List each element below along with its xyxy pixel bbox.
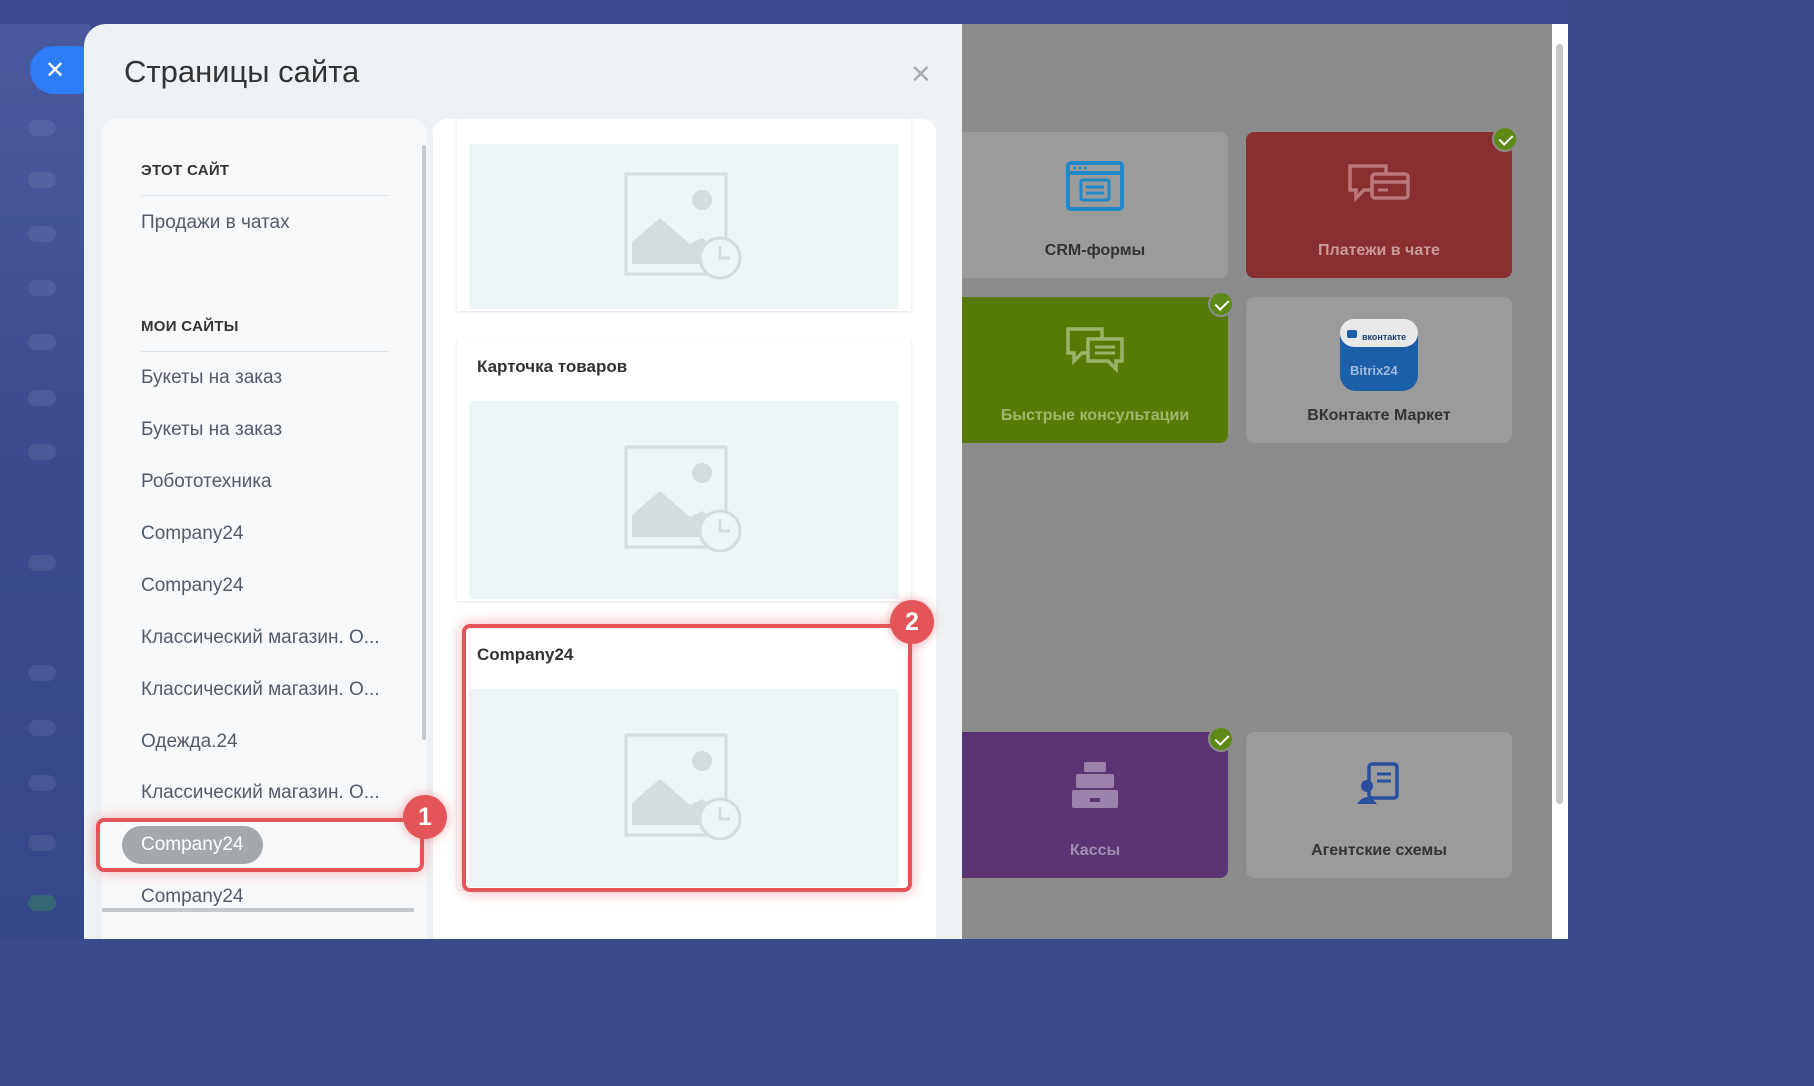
sidebar-item-site[interactable]: Company24 (141, 575, 243, 597)
bg-menu-dot (28, 720, 56, 736)
tile-label: Кассы (1069, 842, 1121, 859)
step-badge-1: 1 (403, 795, 447, 839)
bg-menu-dot (28, 775, 56, 791)
page-preview (469, 144, 899, 309)
tile-label: Быстрые консультации (1000, 407, 1190, 424)
background-left-strip (0, 0, 90, 939)
tile-chat-payments[interactable]: Платежи в чате (1246, 126, 1518, 278)
agent-scheme-icon (1355, 760, 1403, 810)
bg-menu-dot (28, 120, 56, 136)
vk-icon-text: вконтакте (1362, 332, 1407, 342)
page-card[interactable] (457, 119, 911, 311)
bg-menu-dot (28, 444, 56, 460)
bg-menu-dot (28, 390, 56, 406)
sidebar-item-site[interactable]: Букеты на заказ (141, 367, 282, 389)
bg-menu-dot (28, 334, 56, 350)
crm-form-icon (1065, 160, 1125, 216)
section-divider (141, 351, 389, 352)
cash-register-icon (1070, 760, 1120, 816)
page-card[interactable]: Company24 (457, 627, 911, 889)
bg-menu-dot (28, 835, 56, 851)
checkmark-icon (1208, 726, 1234, 752)
tile-label: ВКонтакте Маркет (1307, 407, 1451, 424)
bg-menu-dot (28, 226, 56, 242)
page-card-title: Company24 (477, 645, 574, 664)
tile-crm-forms[interactable]: CRM-формы (962, 132, 1228, 278)
bg-menu-dot (28, 555, 56, 571)
page-preview (469, 689, 899, 887)
section-divider (141, 195, 389, 196)
tile-quick-consultations[interactable]: Быстрые консультации (962, 291, 1234, 443)
sidebar-item-site[interactable]: Company24 (141, 523, 243, 545)
bitrix-icon-text: Bitrix24 (1350, 363, 1398, 378)
checkmark-icon (1208, 291, 1234, 317)
tile-vk-market[interactable]: вконтакте Bitrix24 ВКонтакте Маркет (1246, 297, 1512, 443)
pages-content: Карточка товаров Company24 (433, 119, 936, 939)
chat-bubbles-icon (1064, 325, 1126, 379)
tile-label: Агентские схемы (1311, 842, 1447, 859)
page-scrollbar-thumb[interactable] (1556, 44, 1563, 804)
sidebar-item-site[interactable]: Одежда.24 (141, 731, 238, 753)
close-icon[interactable]: ✕ (910, 60, 932, 90)
step-badge-2: 2 (890, 600, 934, 644)
sidebar-item-site[interactable]: Классический магазин. О... (141, 782, 380, 804)
page-scrollbar[interactable] (1552, 24, 1568, 939)
sidebar-item-site[interactable]: Букеты на заказ (141, 419, 282, 441)
sidebar-item-site-selected[interactable]: Company24 (122, 826, 263, 864)
bg-menu-dot (28, 665, 56, 681)
sites-sidebar: ЭТОТ САЙТ Продажи в чатах МОИ САЙТЫ Буке… (102, 119, 427, 939)
bg-menu-dot (28, 895, 56, 911)
bg-menu-dot (28, 280, 56, 296)
sidebar-item-site[interactable]: Классический магазин. О... (141, 679, 380, 701)
page-card[interactable]: Карточка товаров (457, 339, 911, 601)
sidebar-item-site[interactable]: Робототехника (141, 471, 272, 493)
my-sites-section-title: МОИ САЙТЫ (141, 318, 239, 335)
image-placeholder-icon (624, 172, 742, 279)
tile-label: CRM-формы (1044, 242, 1146, 259)
site-pages-panel: Страницы сайта ✕ ЭТОТ САЙТ Продажи в чат… (84, 24, 962, 939)
page-card-title: Карточка товаров (477, 357, 628, 376)
chat-payment-icon (1346, 160, 1412, 216)
page-preview (469, 401, 899, 599)
sidebar-scrollbar[interactable] (422, 145, 426, 740)
checkmark-icon (1492, 126, 1518, 152)
bg-menu-dot (28, 172, 56, 188)
image-placeholder-icon (624, 733, 742, 841)
image-placeholder-icon (624, 445, 742, 553)
tile-label: Платежи в чате (1318, 242, 1440, 259)
sidebar-item-site[interactable]: Company24 (141, 886, 243, 908)
sidebar-item-site[interactable]: Продажи в чатах (141, 212, 290, 234)
this-site-section-title: ЭТОТ САЙТ (141, 162, 230, 179)
background-top-strip (0, 0, 1568, 24)
panel-title: Страницы сайта (124, 54, 360, 89)
tile-agent-schemes[interactable]: Агентские схемы (1246, 732, 1512, 878)
vk-bitrix-icon (1338, 317, 1420, 397)
sidebar-horizontal-scrollbar[interactable] (102, 908, 414, 912)
tile-cash-registers[interactable]: Кассы (962, 726, 1234, 878)
sidebar-item-site[interactable]: Классический магазин. О... (141, 627, 380, 649)
close-icon: ✕ (45, 56, 66, 84)
